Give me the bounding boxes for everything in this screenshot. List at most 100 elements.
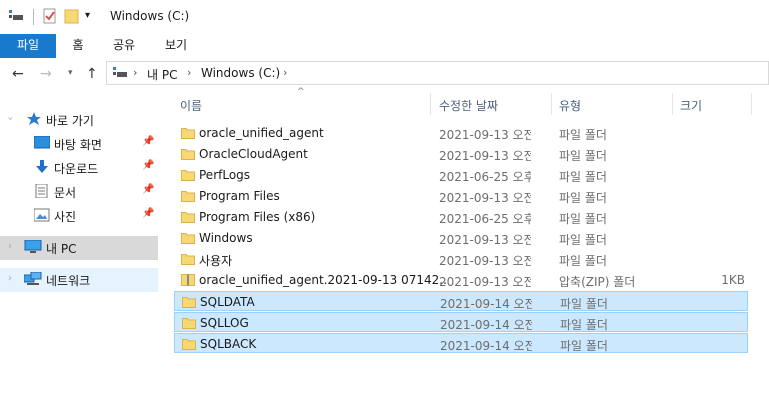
- nav-label: 내 PC: [46, 242, 77, 256]
- file-row[interactable]: Windows 2021-09-13 오전... 파일 폴더: [174, 228, 748, 248]
- breadcrumb-drive-c[interactable]: Windows (C:): [201, 66, 280, 80]
- file-type: 파일 폴더: [560, 318, 608, 332]
- column-header-date[interactable]: 수정한 날짜: [439, 97, 498, 123]
- file-name: Windows: [199, 231, 253, 245]
- column-header-size[interactable]: 크기: [680, 97, 702, 123]
- file-date: 2021-06-25 오후...: [439, 212, 531, 226]
- file-date: 2021-09-13 오전...: [439, 191, 531, 205]
- desktop-icon: [33, 135, 51, 150]
- nav-network[interactable]: › 네트워크: [0, 268, 158, 292]
- file-row[interactable]: SQLLOG 2021-09-14 오전... 파일 폴더: [174, 312, 748, 332]
- pin-icon[interactable]: 📌: [142, 184, 154, 195]
- folder-icon: [181, 126, 196, 139]
- file-row[interactable]: Program Files (x86) 2021-06-25 오후... 파일 폴더: [174, 207, 748, 227]
- file-date: 2021-09-13 오전...: [439, 254, 531, 268]
- column-header-type[interactable]: 유형: [559, 97, 581, 123]
- properties-icon[interactable]: [42, 8, 58, 27]
- nav-label: 문서: [54, 186, 77, 200]
- title-bar: ▾ Windows (C:): [0, 0, 769, 34]
- file-row[interactable]: oracle_unified_agent.2021-09-13 07142...…: [174, 270, 748, 290]
- file-type: 파일 폴더: [559, 191, 607, 205]
- folder-icon: [182, 295, 197, 308]
- column-divider[interactable]: [551, 93, 552, 115]
- forward-arrow-icon[interactable]: →: [40, 66, 52, 82]
- star-icon: [26, 112, 42, 126]
- file-date: 2021-09-13 오전...: [439, 149, 531, 163]
- breadcrumb-separator-icon[interactable]: ›: [187, 66, 191, 79]
- file-name: SQLDATA: [200, 295, 255, 309]
- network-icon: [23, 271, 42, 286]
- folder-icon: [181, 168, 196, 181]
- expand-chevron-icon[interactable]: ›: [8, 241, 12, 252]
- pin-icon[interactable]: 📌: [142, 208, 154, 219]
- download-icon: [34, 160, 50, 174]
- tab-file[interactable]: 파일: [0, 34, 56, 58]
- nav-this-pc[interactable]: › 내 PC: [0, 236, 158, 260]
- tab-share[interactable]: 공유: [106, 34, 142, 58]
- breadcrumb-separator-icon[interactable]: ›: [133, 66, 137, 79]
- column-header-name[interactable]: 이름: [180, 97, 202, 123]
- up-arrow-icon[interactable]: ↑: [86, 66, 98, 82]
- folder-icon: [182, 316, 197, 329]
- file-row[interactable]: OracleCloudAgent 2021-09-13 오전... 파일 폴더: [174, 144, 748, 164]
- file-row[interactable]: SQLBACK 2021-09-14 오전... 파일 폴더: [174, 333, 748, 353]
- folder-icon: [181, 252, 196, 265]
- expand-chevron-icon[interactable]: ›: [5, 117, 16, 121]
- nav-documents[interactable]: 문서 📌: [0, 180, 158, 204]
- ribbon: 파일 홈 공유 보기: [0, 34, 769, 59]
- folder-icon: [181, 210, 196, 223]
- nav-label: 바로 가기: [46, 114, 94, 128]
- pictures-icon: [33, 208, 50, 222]
- pin-icon[interactable]: 📌: [142, 136, 154, 147]
- file-type: 파일 폴더: [559, 170, 607, 184]
- column-divider[interactable]: [672, 93, 673, 115]
- recent-locations-icon[interactable]: ▾: [68, 68, 73, 78]
- file-size: 1KB: [721, 273, 745, 287]
- nav-desktop[interactable]: 바탕 화면 📌: [0, 132, 158, 156]
- file-date: 2021-09-13 오전...: [439, 128, 531, 142]
- nav-label: 네트워크: [46, 274, 91, 288]
- new-folder-icon[interactable]: [64, 8, 80, 27]
- file-date: 2021-09-14 오전...: [440, 297, 532, 311]
- file-row[interactable]: oracle_unified_agent 2021-09-13 오전... 파일 폴…: [174, 123, 748, 143]
- zip-folder-icon: [181, 273, 196, 286]
- folder-icon: [181, 147, 196, 160]
- file-type: 파일 폴더: [559, 128, 607, 142]
- nav-downloads[interactable]: 다운로드 📌: [0, 156, 158, 180]
- file-type: 파일 폴더: [559, 149, 607, 163]
- explorer-app-icon[interactable]: [8, 8, 24, 25]
- title-separator: [33, 9, 34, 25]
- file-date: 2021-06-25 오후...: [439, 170, 531, 184]
- pin-icon[interactable]: 📌: [142, 160, 154, 171]
- column-divider[interactable]: [430, 93, 431, 115]
- breadcrumb-separator-icon[interactable]: ›: [283, 66, 287, 79]
- customize-toolbar-icon[interactable]: ▾: [85, 10, 90, 21]
- column-divider[interactable]: [751, 93, 752, 115]
- tab-home[interactable]: 홈: [66, 34, 90, 58]
- file-name: oracle_unified_agent.2021-09-13 07142...: [199, 273, 447, 287]
- window-title: Windows (C:): [110, 9, 190, 23]
- file-row[interactable]: PerfLogs 2021-06-25 오후... 파일 폴더: [174, 165, 748, 185]
- back-arrow-icon[interactable]: ←: [12, 66, 24, 82]
- tab-view[interactable]: 보기: [158, 34, 194, 58]
- file-type: 파일 폴더: [559, 254, 607, 268]
- file-name: SQLBACK: [200, 337, 257, 351]
- folder-icon: [182, 337, 197, 350]
- file-type: 파일 폴더: [559, 212, 607, 226]
- file-date: 2021-09-14 오전...: [440, 339, 532, 353]
- file-row[interactable]: SQLDATA 2021-09-14 오전... 파일 폴더: [174, 291, 748, 311]
- address-bar[interactable]: › 내 PC › Windows (C:) ›: [106, 61, 769, 85]
- file-row[interactable]: Program Files 2021-09-13 오전... 파일 폴더: [174, 186, 748, 206]
- nav-quick-access[interactable]: › 바로 가기: [0, 108, 158, 132]
- navigation-pane: › 바로 가기 바탕 화면 📌 다운로드 📌 문서 📌 사진 📌 › 내 PC …: [0, 90, 159, 403]
- expand-chevron-icon[interactable]: ›: [8, 273, 12, 284]
- file-row[interactable]: 사용자 2021-09-13 오전... 파일 폴더: [174, 249, 748, 269]
- file-type: 파일 폴더: [560, 339, 608, 353]
- file-date: 2021-09-13 오전...: [439, 233, 531, 247]
- breadcrumb-this-pc[interactable]: 내 PC: [147, 66, 177, 83]
- file-name: PerfLogs: [199, 168, 251, 182]
- folder-icon: [181, 189, 196, 202]
- pc-location-icon: [113, 67, 127, 82]
- nav-label: 사진: [54, 210, 77, 224]
- nav-pictures[interactable]: 사진 📌: [0, 204, 158, 228]
